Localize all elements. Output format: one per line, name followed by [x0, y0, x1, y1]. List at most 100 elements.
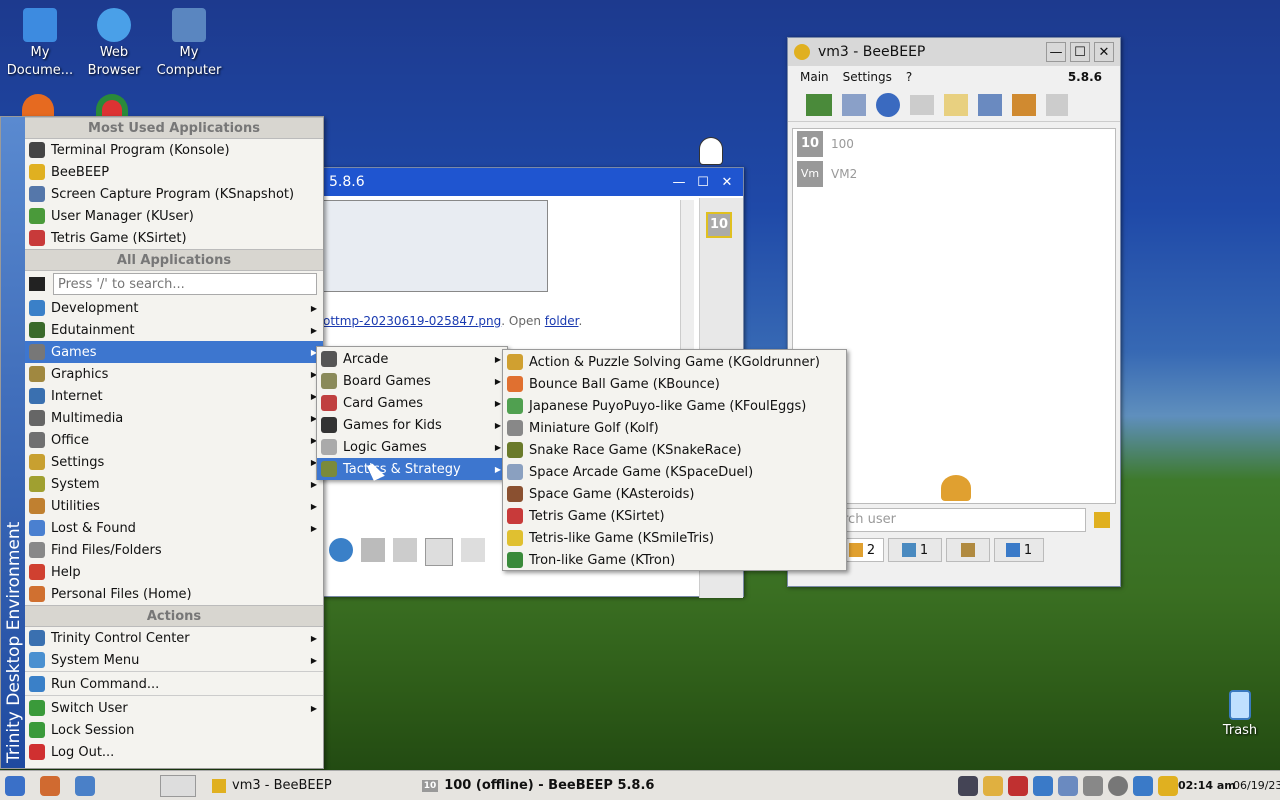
desktop-icon-my-computer[interactable]: My Computer: [151, 0, 227, 80]
minimize-button[interactable]: —: [1046, 42, 1066, 62]
menu-item-graphics[interactable]: Graphics ▶: [25, 363, 323, 385]
menu-item-miniature-golf-kolf[interactable]: Miniature Golf (Kolf): [503, 417, 846, 439]
menu-item-tetris-like-game-ksmiletris[interactable]: Tetris-like Game (KSmileTris): [503, 527, 846, 549]
display-icon[interactable]: [958, 775, 978, 796]
user-row[interactable]: Vm VM2: [793, 159, 1115, 189]
edit-icon[interactable]: [842, 93, 866, 116]
menu-item-board-games[interactable]: Board Games ▶: [317, 370, 507, 392]
desktop-icon-trash[interactable]: Trash: [1202, 682, 1278, 740]
taskbar-task[interactable]: 10 100 (offline) - BeeBEEP 5.8.6: [421, 778, 654, 793]
search-input[interactable]: [53, 273, 317, 295]
tab-shares[interactable]: 1: [994, 538, 1044, 562]
menu-item-tron-like-game-ktron[interactable]: Tron-like Game (KTron): [503, 549, 846, 571]
menu-item-find-files-folders[interactable]: Find Files/Folders: [25, 539, 323, 561]
menu-item-arcade[interactable]: Arcade ▶: [317, 348, 507, 370]
menu-help[interactable]: ?: [906, 70, 912, 84]
menu-item-snake-race-game-ksnakerace[interactable]: Snake Race Game (KSnakeRace): [503, 439, 846, 461]
kmenu-icon[interactable]: [5, 775, 25, 796]
folder-icon[interactable]: [1012, 93, 1036, 116]
scrollbar[interactable]: [680, 200, 694, 350]
menu-item-logic-games[interactable]: Logic Games ▶: [317, 436, 507, 458]
wallpaper-icon[interactable]: [806, 93, 832, 116]
search-user-input[interactable]: rch user: [840, 508, 1086, 532]
maximize-button[interactable]: ☐: [693, 172, 713, 192]
close-button[interactable]: ✕: [717, 172, 737, 192]
folder-link[interactable]: folder: [545, 314, 579, 328]
mail-icon[interactable]: [910, 94, 934, 115]
tab-chats[interactable]: 1: [888, 538, 942, 562]
maximize-button[interactable]: ☐: [1070, 42, 1090, 62]
settings-icon[interactable]: [329, 538, 353, 562]
menu-item-utilities[interactable]: Utilities ▶: [25, 495, 323, 517]
clock-date[interactable]: 06/19/23: [1233, 779, 1280, 792]
bee-icon[interactable]: [1158, 775, 1178, 796]
menu-item-tactics-strategy[interactable]: Tactics & Strategy ▶: [317, 458, 507, 480]
klipper-icon[interactable]: [983, 775, 1003, 796]
clock-time[interactable]: 02:14 am: [1178, 779, 1236, 792]
menu-item-multimedia[interactable]: Multimedia ▶: [25, 407, 323, 429]
trash-icon[interactable]: [1046, 93, 1068, 116]
menu-item-system-menu[interactable]: System Menu ▶: [25, 649, 323, 671]
tools-icon[interactable]: [978, 93, 1002, 116]
menu-item-user-manager-kuser[interactable]: User Manager (KUser): [25, 205, 323, 227]
menu-item-action-puzzle-solving-game-kgoldrunner[interactable]: Action & Puzzle Solving Game (KGoldrunne…: [503, 351, 846, 373]
menu-item-edutainment[interactable]: Edutainment ▶: [25, 319, 323, 341]
menu-item-space-arcade-game-kspaceduel[interactable]: Space Arcade Game (KSpaceDuel): [503, 461, 846, 483]
menu-item-switch-user[interactable]: Switch User ▶: [25, 697, 323, 719]
sound-icon[interactable]: [425, 538, 453, 566]
menu-item-development[interactable]: Development ▶: [25, 297, 323, 319]
menu-item-lost-found[interactable]: Lost & Found ▶: [25, 517, 323, 539]
network-icon[interactable]: [876, 92, 900, 117]
network-icon[interactable]: [75, 775, 95, 796]
note-icon[interactable]: [944, 93, 968, 116]
menu-item-log-out[interactable]: Log Out...: [25, 741, 323, 763]
printer-icon[interactable]: [1083, 775, 1103, 796]
menu-item-help[interactable]: Help: [25, 561, 323, 583]
tab-groups[interactable]: [946, 538, 990, 562]
emoticon-icon[interactable]: [361, 538, 385, 562]
file-link[interactable]: ottmp-20230619-025847.png: [323, 314, 501, 328]
user-row[interactable]: 10 100: [793, 129, 1115, 159]
firefox-icon[interactable]: [22, 94, 54, 116]
desktop-pager[interactable]: [160, 774, 196, 797]
menu-item-trinity-control-center[interactable]: Trinity Control Center ▶: [25, 627, 323, 649]
menu-item-office[interactable]: Office ▶: [25, 429, 323, 451]
menu-settings[interactable]: Settings: [843, 70, 892, 84]
menu-item-personal-files-home[interactable]: Personal Files (Home): [25, 583, 323, 605]
menu-item-games-for-kids[interactable]: Games for Kids ▶: [317, 414, 507, 436]
menu-item-space-game-kasteroids[interactable]: Space Game (KAsteroids): [503, 483, 846, 505]
desktop-icon-my-documents[interactable]: My Docume...: [2, 0, 78, 80]
clear-icon[interactable]: [1094, 512, 1110, 528]
calendar-icon[interactable]: [1058, 775, 1078, 796]
home-icon[interactable]: [40, 775, 60, 796]
menu-item-terminal-program-konsole[interactable]: Terminal Program (Konsole): [25, 139, 323, 161]
info-icon[interactable]: [1033, 775, 1053, 796]
taskbar-task[interactable]: vm3 - BeeBEEP: [212, 778, 332, 793]
screenshot-thumbnail[interactable]: [323, 200, 548, 292]
menu-item-beebeep[interactable]: BeeBEEP: [25, 161, 323, 183]
menu-item-tetris-game-ksirtet[interactable]: Tetris Game (KSirtet): [25, 227, 323, 249]
minimize-button[interactable]: —: [669, 172, 689, 192]
close-button[interactable]: ✕: [1094, 42, 1114, 62]
chrome-icon[interactable]: [96, 94, 128, 116]
menu-item-tetris-game-ksirtet[interactable]: Tetris Game (KSirtet): [503, 505, 846, 527]
menu-item-lock-session[interactable]: Lock Session: [25, 719, 323, 741]
menu-item-games[interactable]: Games ▶: [25, 341, 323, 363]
menu-item-card-games[interactable]: Card Games ▶: [317, 392, 507, 414]
menu-item-japanese-puyopuyo-like-game-kfouleggs[interactable]: Japanese PuyoPuyo-like Game (KFoulEggs): [503, 395, 846, 417]
user-badge[interactable]: 10: [706, 212, 732, 238]
font-icon[interactable]: [393, 538, 417, 562]
desktop-icon-web-browser[interactable]: Web Browser: [76, 0, 152, 80]
beebeep-icon: [29, 164, 45, 180]
menu-main[interactable]: Main: [800, 70, 829, 84]
menu-item-screen-capture-program-ksnapshot[interactable]: Screen Capture Program (KSnapshot): [25, 183, 323, 205]
update-icon[interactable]: [1133, 775, 1153, 796]
file-icon[interactable]: [461, 538, 485, 562]
audio-icon[interactable]: [1108, 775, 1128, 796]
network-offline-icon[interactable]: [1008, 775, 1028, 796]
menu-item-bounce-ball-game-kbounce[interactable]: Bounce Ball Game (KBounce): [503, 373, 846, 395]
menu-item-settings[interactable]: Settings ▶: [25, 451, 323, 473]
menu-item-run-command[interactable]: Run Command...: [25, 673, 323, 695]
menu-item-system[interactable]: System ▶: [25, 473, 323, 495]
menu-item-internet[interactable]: Internet ▶: [25, 385, 323, 407]
